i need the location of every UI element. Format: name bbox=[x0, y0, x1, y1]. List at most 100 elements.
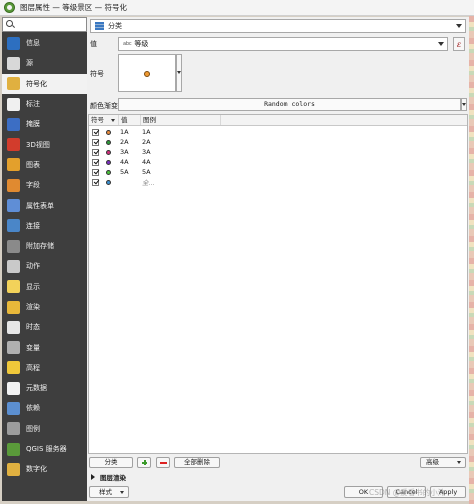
variable-icon bbox=[7, 341, 20, 355]
legend-icon bbox=[7, 422, 20, 436]
class-symbol-icon[interactable] bbox=[106, 159, 111, 165]
color-ramp-dropdown[interactable] bbox=[461, 98, 467, 111]
color-ramp-label: 颜色渐变 bbox=[90, 102, 118, 110]
table-row[interactable]: 4A 4A bbox=[89, 157, 467, 167]
row-checkbox[interactable] bbox=[92, 158, 99, 166]
sidebar-search-input[interactable] bbox=[2, 17, 87, 32]
sidebar-item-variable[interactable]: 变量 bbox=[2, 337, 87, 357]
sidebar-item-label: 图表 bbox=[26, 160, 40, 169]
classify-button[interactable]: 分类 bbox=[89, 457, 133, 468]
ok-button[interactable]: OK bbox=[344, 486, 383, 498]
cancel-button[interactable]: Cancel bbox=[387, 486, 426, 498]
sidebar-item-storage[interactable]: 附加存储 bbox=[2, 236, 87, 256]
sidebar-item-label: 附加存储 bbox=[26, 242, 54, 251]
sidebar-item-diagram[interactable]: 图表 bbox=[2, 155, 87, 175]
delete-all-button[interactable]: 全部删除 bbox=[174, 457, 220, 468]
sidebar-item-label: 高程 bbox=[26, 363, 40, 372]
sidebar-item-label: 掩膜 bbox=[26, 120, 40, 129]
sidebar-item-dependency[interactable]: 依赖 bbox=[2, 398, 87, 418]
row-legend: 5A bbox=[142, 168, 151, 176]
sidebar-item-render[interactable]: 渲染 bbox=[2, 297, 87, 317]
sidebar-item-digitize[interactable]: 数字化 bbox=[2, 459, 87, 479]
sidebar-item-clock[interactable]: 时态 bbox=[2, 317, 87, 337]
sidebar-item-label: 时态 bbox=[26, 323, 40, 332]
sidebar-item-display[interactable]: 显示 bbox=[2, 277, 87, 297]
mask-icon bbox=[7, 117, 20, 131]
clock-icon bbox=[7, 320, 20, 334]
class-symbol-icon[interactable] bbox=[106, 139, 111, 145]
table-row[interactable]: 3A 3A bbox=[89, 147, 467, 157]
form-icon bbox=[7, 199, 20, 213]
header-legend[interactable]: 图例 bbox=[141, 115, 221, 125]
sidebar-item-label: 属性表单 bbox=[26, 201, 54, 210]
sidebar-item-mask[interactable]: 掩膜 bbox=[2, 114, 87, 134]
labels-icon bbox=[7, 97, 20, 111]
sidebar-item-label: 标注 bbox=[26, 100, 40, 109]
sidebar-item-source[interactable]: 源 bbox=[2, 53, 87, 73]
table-row[interactable]: 5A 5A bbox=[89, 167, 467, 177]
style-button[interactable]: 样式 bbox=[89, 486, 129, 498]
layer-rendering-toggle[interactable]: 图层渲染 bbox=[89, 472, 126, 482]
sidebar-item-elevation[interactable]: 高程 bbox=[2, 358, 87, 378]
row-value: 3A bbox=[120, 148, 129, 156]
row-legend: 1A bbox=[142, 128, 151, 136]
map-canvas-strip bbox=[469, 16, 474, 504]
sidebar-item-labels[interactable]: 标注 bbox=[2, 94, 87, 114]
sidebar-item-cube[interactable]: 3D视图 bbox=[2, 134, 87, 154]
expression-button[interactable]: ε bbox=[453, 37, 465, 51]
row-value: 2A bbox=[120, 138, 129, 146]
add-class-button[interactable] bbox=[137, 457, 151, 468]
row-value: 1A bbox=[120, 128, 129, 136]
sidebar-item-label: 源 bbox=[26, 59, 33, 68]
sidebar-item-label: 字段 bbox=[26, 181, 40, 190]
sidebar-item-label: 变量 bbox=[26, 343, 40, 352]
sidebar-item-fields[interactable]: 字段 bbox=[2, 175, 87, 195]
sidebar-item-info[interactable]: 信息 bbox=[2, 33, 87, 53]
qgis-app-icon bbox=[4, 2, 15, 13]
sidebar-item-paintbrush[interactable]: 符号化 bbox=[2, 73, 87, 94]
row-checkbox[interactable] bbox=[92, 168, 99, 176]
row-value: 4A bbox=[120, 158, 129, 166]
symbol-dropdown-button[interactable] bbox=[176, 54, 182, 92]
diagram-icon bbox=[7, 158, 20, 172]
render-icon bbox=[7, 300, 20, 314]
dependency-icon bbox=[7, 401, 20, 415]
sidebar-item-form[interactable]: 属性表单 bbox=[2, 195, 87, 215]
header-symbol[interactable]: 符号 bbox=[89, 115, 119, 125]
class-symbol-icon[interactable] bbox=[106, 149, 111, 155]
symbol-label: 符号 bbox=[90, 70, 104, 78]
row-checkbox[interactable] bbox=[92, 178, 99, 186]
value-label: 值 bbox=[90, 40, 97, 48]
row-checkbox[interactable] bbox=[92, 138, 99, 146]
class-symbol-icon[interactable] bbox=[106, 179, 111, 185]
table-row[interactable]: 1A 1A bbox=[89, 127, 467, 137]
cube-icon bbox=[7, 138, 20, 152]
class-symbol-icon[interactable] bbox=[106, 169, 111, 175]
row-checkbox[interactable] bbox=[92, 148, 99, 156]
apply-button[interactable]: Apply bbox=[430, 486, 466, 498]
value-field-select[interactable]: abc 等级 bbox=[118, 37, 448, 51]
table-row[interactable]: 全... bbox=[89, 177, 467, 187]
row-value: 5A bbox=[120, 168, 129, 176]
sidebar-item-server[interactable]: QGIS 服务器 bbox=[2, 439, 87, 459]
sidebar-item-gear[interactable]: 动作 bbox=[2, 256, 87, 276]
sidebar-item-label: 依赖 bbox=[26, 404, 40, 413]
sidebar-item-metadata[interactable]: 元数据 bbox=[2, 378, 87, 398]
sidebar-item-label: 连接 bbox=[26, 221, 40, 230]
join-icon bbox=[7, 219, 20, 233]
sidebar-item-label: 数字化 bbox=[26, 465, 47, 474]
renderer-type-label: 分类 bbox=[108, 22, 122, 30]
row-checkbox[interactable] bbox=[92, 128, 99, 136]
title-bar: 图层属性 — 等级景区 — 符号化 bbox=[0, 0, 474, 16]
renderer-type-select[interactable]: 分类 bbox=[90, 19, 466, 33]
sidebar-item-legend[interactable]: 图例 bbox=[2, 419, 87, 439]
symbol-preview-button[interactable] bbox=[118, 54, 176, 92]
color-ramp-select[interactable]: Random colors bbox=[118, 98, 461, 111]
sidebar-item-join[interactable]: 连接 bbox=[2, 216, 87, 236]
table-row[interactable]: 2A 2A bbox=[89, 137, 467, 147]
window-title: 图层属性 — 等级景区 — 符号化 bbox=[20, 3, 128, 12]
class-symbol-icon[interactable] bbox=[106, 129, 111, 135]
advanced-button[interactable]: 高级 bbox=[420, 457, 466, 468]
remove-class-button[interactable] bbox=[156, 457, 170, 468]
header-value[interactable]: 值 bbox=[119, 115, 141, 125]
